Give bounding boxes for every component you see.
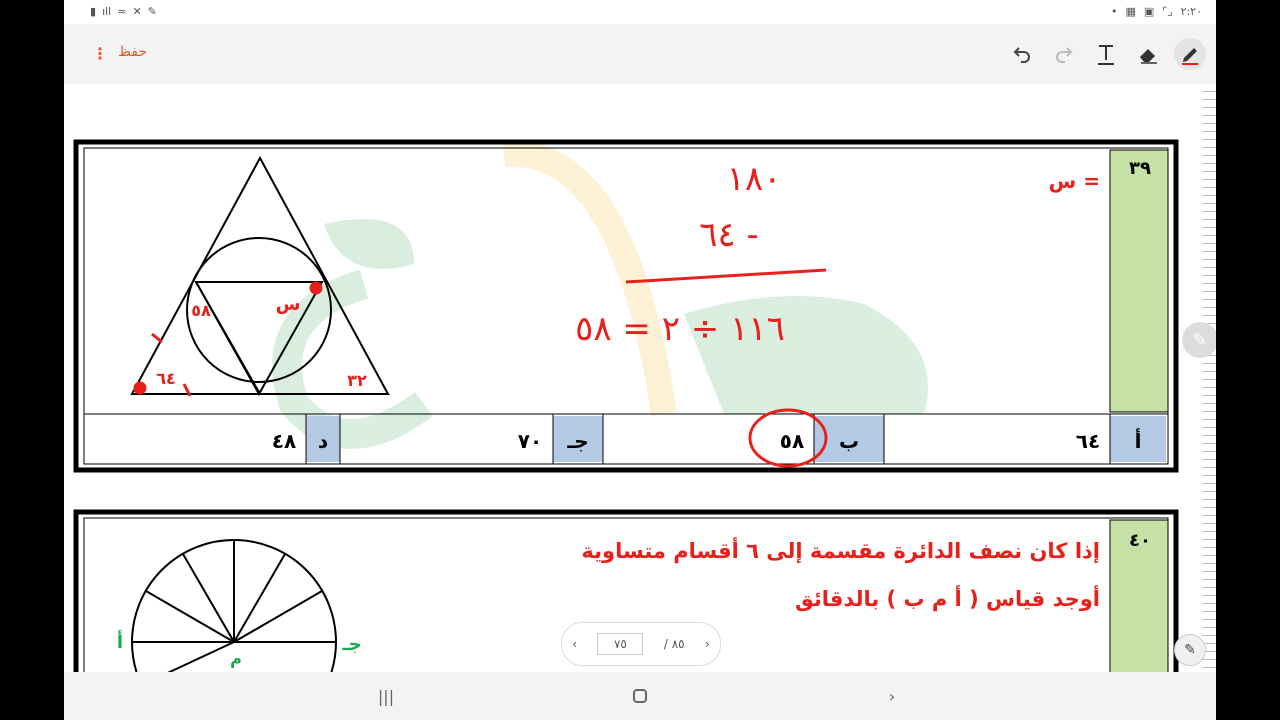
screenshot-icon: ▣ [1143, 5, 1155, 18]
text-tool-button[interactable] [1090, 38, 1122, 70]
crop-icon: ⌜⌟ [1162, 5, 1173, 18]
home-icon [633, 689, 647, 703]
pen-tool-button[interactable] [1174, 38, 1206, 70]
question-40-line2: أوجد قياس ( أ م ب ) بالدقائق [795, 584, 1100, 611]
dot-icon: • [1110, 5, 1118, 18]
option-c-value[interactable]: ٧٠ [518, 429, 542, 453]
page-scrollbar[interactable] [1202, 84, 1216, 672]
app-screen: ▮ ıll ≈ ✕ ✎ • ▦ ▣ ⌜⌟ ٢:٢٠ ⋮ حفظ ٣٩ س = ٥… [64, 0, 1216, 720]
next-page-icon[interactable]: › [705, 637, 710, 651]
wifi-icon: ≈ [117, 5, 127, 18]
option-b-letter: ب [839, 429, 859, 453]
question-40-line1: إذا كان نصف الدائرة مقسمة إلى ٦ أقسام مت… [581, 536, 1100, 563]
battery-icon: ▮ [90, 5, 97, 18]
page-navigator: ‹ ٧٥ / ٨٥ › [561, 622, 721, 666]
handwritten-minus-64: ٦٤ - [699, 215, 759, 255]
toolbar: ⋮ حفظ [64, 24, 1216, 84]
angle-label-32: ٣٢ [347, 371, 367, 390]
handwritten-result: ١١٦ ÷ ٢ = ٥٨ [575, 309, 785, 349]
undo-icon [1013, 47, 1030, 63]
home-button[interactable] [628, 686, 652, 706]
eraser-tool-button[interactable] [1132, 38, 1164, 70]
status-time: ٢:٢٠ [1180, 5, 1202, 18]
current-page-field[interactable]: ٧٥ [597, 633, 644, 655]
handwritten-line [625, 268, 827, 284]
status-bar: ▮ ıll ≈ ✕ ✎ • ▦ ▣ ⌜⌟ ٢:٢٠ [64, 0, 1216, 24]
option-c-letter: جـ [566, 429, 588, 453]
redo-icon [1056, 47, 1073, 63]
text-icon [1098, 45, 1114, 65]
back-button[interactable]: › [880, 686, 904, 706]
eraser-icon [1140, 49, 1157, 64]
question-40-number: ٤٠ [1129, 530, 1151, 551]
signal-icon: ıll [102, 5, 112, 18]
option-a-letter: أ [1135, 427, 1142, 453]
edit-page-button[interactable]: ✎ [1174, 634, 1206, 666]
watermark-logo [272, 140, 928, 449]
document-page[interactable]: ٣٩ س = ٥٨ س ٣٢ ٦٤ ١٨٠ ٦٤ - ١١٦ ÷ ٢ = ٥٨ … [64, 84, 1204, 672]
status-right: • ▦ ▣ ⌜⌟ ٢:٢٠ [1111, 5, 1202, 18]
angle-label-58: ٥٨ [191, 301, 211, 320]
question-39-number: ٣٩ [1129, 158, 1151, 179]
floating-pen-button[interactable]: ✎ [1182, 322, 1216, 358]
total-pages: / ٨٥ [663, 637, 685, 651]
system-nav-bar: ||| › [64, 672, 1216, 720]
recent-apps-button[interactable]: ||| [374, 686, 398, 706]
option-d-value[interactable]: ٤٨ [272, 429, 296, 453]
circle-label-m: م [230, 649, 242, 668]
option-d-letter: د [318, 429, 328, 453]
redo-button[interactable] [1048, 38, 1080, 70]
circle-label-a: أ [117, 630, 123, 653]
floating-pen-icon: ✎ [1192, 329, 1208, 351]
options-row [305, 414, 1166, 464]
option-a-value[interactable]: ٦٤ [1076, 429, 1100, 453]
prev-page-icon[interactable]: ‹ [572, 637, 577, 651]
circle-label-c: جـ [341, 634, 361, 655]
gallery-icon: ▦ [1125, 5, 1136, 18]
save-button[interactable]: حفظ [118, 44, 147, 60]
angle-label-x: س [276, 294, 301, 315]
pen-status-icon: ✎ [147, 5, 157, 18]
pen-icon [1182, 48, 1198, 65]
option-b-value[interactable]: ٥٨ [780, 429, 804, 453]
question-39-text: س = [1049, 169, 1100, 193]
handwritten-180: ١٨٠ [727, 159, 782, 199]
angle-label-64: ٦٤ [156, 369, 176, 388]
worksheet-canvas: ٣٩ س = ٥٨ س ٣٢ ٦٤ ١٨٠ ٦٤ - ١١٦ ÷ ٢ = ٥٨ … [73, 139, 1179, 672]
status-icons: ▮ ıll ≈ ✕ ✎ [90, 5, 157, 18]
undo-button[interactable] [1006, 38, 1038, 70]
more-options-icon[interactable]: ⋮ [92, 44, 108, 63]
mute-icon: ✕ [132, 5, 142, 18]
edit-page-icon: ✎ [1184, 642, 1196, 658]
